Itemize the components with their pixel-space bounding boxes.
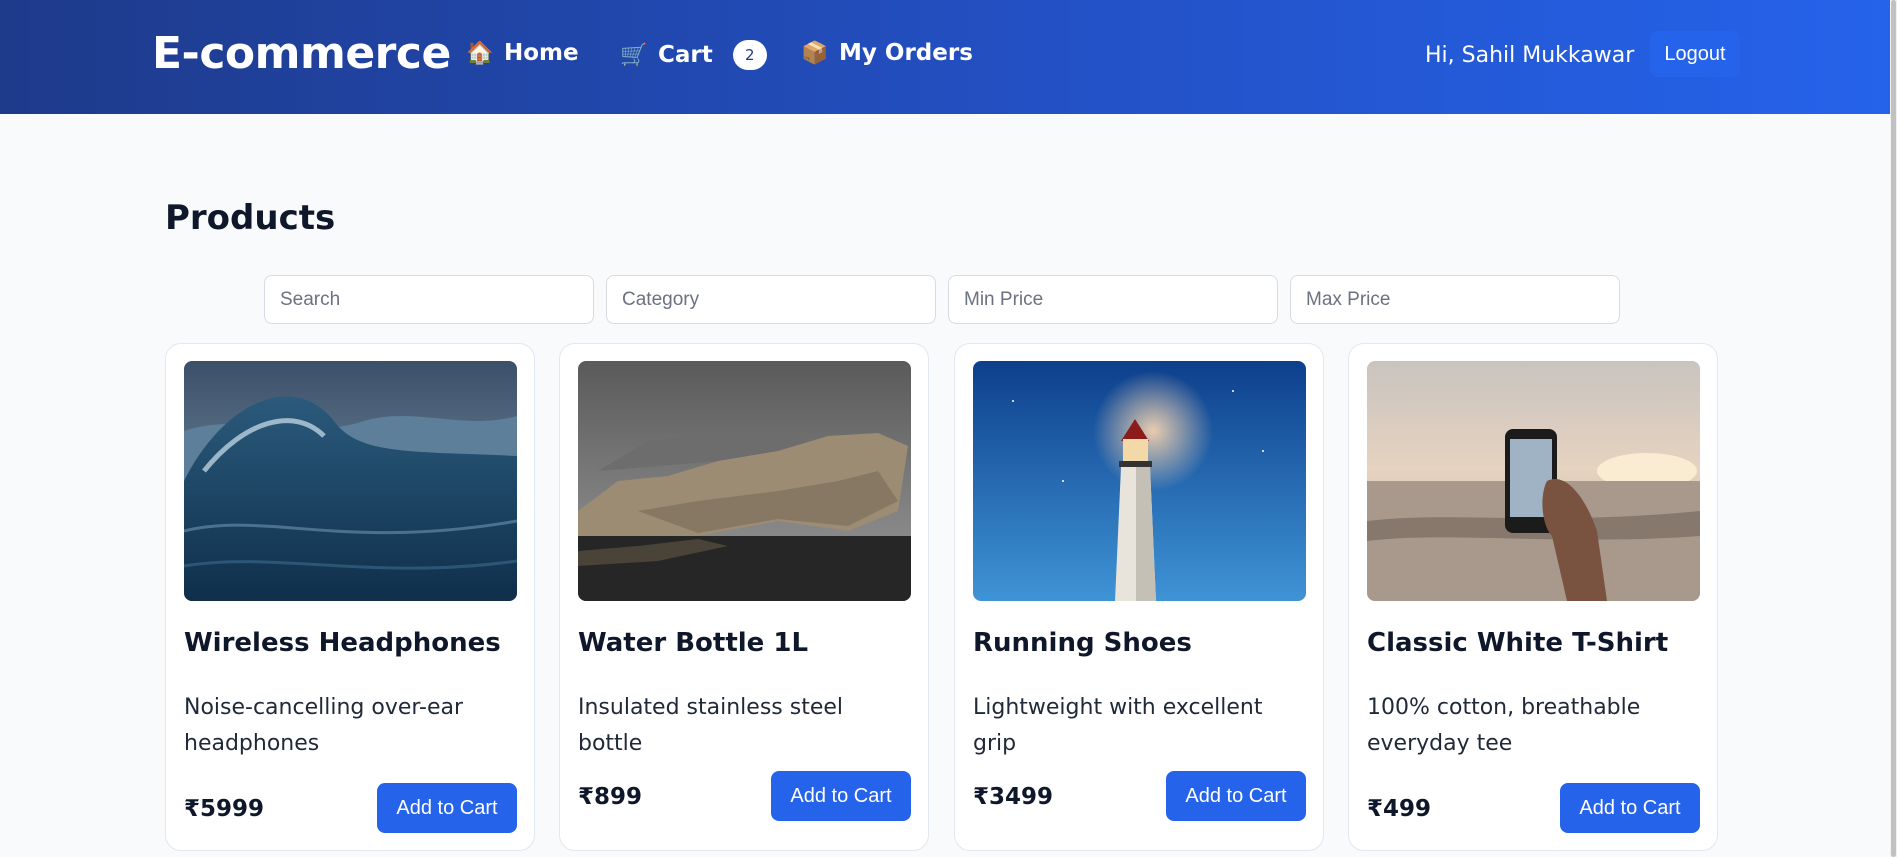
scrollbar-thumb[interactable] xyxy=(1891,0,1896,857)
product-price: ₹899 xyxy=(578,784,643,810)
lighthouse-image xyxy=(973,361,1306,601)
brand-logo[interactable]: E-commerce xyxy=(152,28,451,79)
product-name: Classic White T-Shirt xyxy=(1367,628,1669,658)
add-to-cart-button[interactable]: Add to Cart xyxy=(377,783,517,833)
package-icon: 📦 xyxy=(801,40,829,66)
product-card: Water Bottle 1L Insulated stainless stee… xyxy=(559,343,929,851)
add-to-cart-button[interactable]: Add to Cart xyxy=(1560,783,1700,833)
product-name: Wireless Headphones xyxy=(184,628,501,658)
add-to-cart-button[interactable]: Add to Cart xyxy=(1166,771,1306,821)
house-icon: 🏠 xyxy=(466,40,494,66)
product-card: Wireless Headphones Noise-cancelling ove… xyxy=(165,343,535,851)
category-input[interactable] xyxy=(606,275,936,324)
product-card: Classic White T-Shirt 100% cotton, breat… xyxy=(1348,343,1718,851)
nav-orders-link[interactable]: 📦 My Orders xyxy=(801,40,973,66)
add-to-cart-button[interactable]: Add to Cart xyxy=(771,771,911,821)
nav-cart-link[interactable]: 🛒 Cart 2 xyxy=(620,40,767,70)
phone-at-beach-image xyxy=(1367,361,1700,601)
product-price: ₹499 xyxy=(1367,796,1432,822)
page-viewport: E-commerce 🏠 Home 🛒 Cart 2 📦 My Orders H… xyxy=(0,0,1890,857)
logout-button[interactable]: Logout xyxy=(1650,31,1740,77)
product-description: Noise-cancelling over-ear headphones xyxy=(184,695,464,756)
product-name: Running Shoes xyxy=(973,628,1192,658)
top-navbar: E-commerce 🏠 Home 🛒 Cart 2 📦 My Orders H… xyxy=(0,0,1890,114)
product-card: Running Shoes Lightweight with excellent… xyxy=(954,343,1324,851)
nav-home-label: Home xyxy=(504,40,579,66)
product-price: ₹3499 xyxy=(973,784,1054,810)
product-name: Water Bottle 1L xyxy=(578,628,809,658)
user-greeting: Hi, Sahil Mukkawar xyxy=(1425,43,1635,68)
nav-home-link[interactable]: 🏠 Home xyxy=(466,40,579,66)
product-price: ₹5999 xyxy=(184,796,265,822)
product-description: Insulated stainless steel bottle xyxy=(578,695,844,756)
nav-orders-label: My Orders xyxy=(839,40,973,66)
cart-count-badge: 2 xyxy=(732,40,767,70)
product-description: 100% cotton, breathable everyday tee xyxy=(1367,695,1641,756)
coastal-cliff-image xyxy=(578,361,911,601)
max-price-input[interactable] xyxy=(1290,275,1620,324)
nav-cart-label: Cart xyxy=(658,42,713,68)
page-title: Products xyxy=(165,198,336,238)
vertical-scrollbar[interactable] xyxy=(1890,0,1897,857)
ocean-wave-image xyxy=(184,361,517,601)
shopping-cart-icon: 🛒 xyxy=(620,42,648,68)
product-description: Lightweight with excellent grip xyxy=(973,695,1263,756)
min-price-input[interactable] xyxy=(948,275,1278,324)
search-input[interactable] xyxy=(264,275,594,324)
